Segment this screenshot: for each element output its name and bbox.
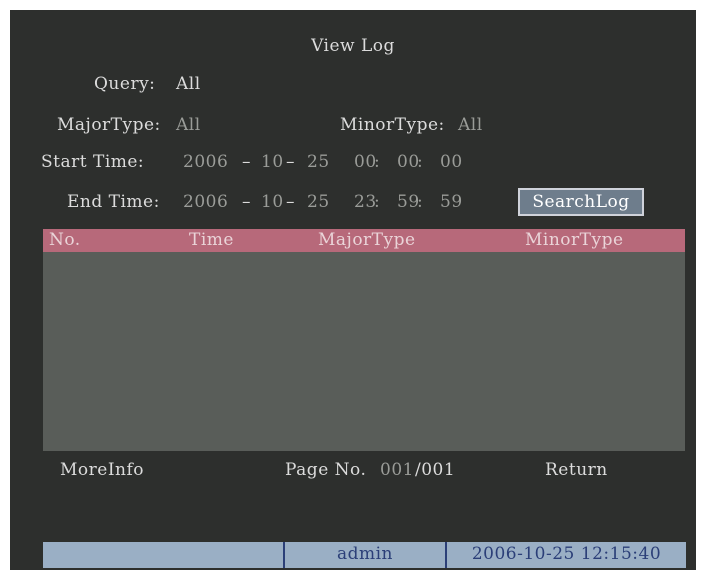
end-time-label: End Time:: [67, 192, 160, 212]
major-type-value[interactable]: All: [176, 115, 201, 135]
column-header-time: Time: [189, 230, 234, 250]
return-button[interactable]: Return: [545, 460, 608, 480]
start-second-field[interactable]: 00: [440, 152, 463, 172]
table-header: No. Time MajorType MinorType: [43, 229, 685, 252]
log-table[interactable]: No. Time MajorType MinorType: [43, 229, 685, 451]
time-separator: :: [417, 152, 424, 172]
status-datetime: 2006-10-25 12:15:40: [471, 544, 662, 564]
date-separator: –: [286, 192, 295, 212]
start-day-field[interactable]: 25: [307, 152, 330, 172]
time-separator: :: [417, 192, 424, 212]
minor-type-value[interactable]: All: [458, 115, 483, 135]
start-month-field[interactable]: 10: [261, 152, 284, 172]
query-label: Query:: [94, 74, 156, 94]
date-separator: –: [286, 152, 295, 172]
page-number-label: Page No.: [285, 460, 367, 480]
major-type-label: MajorType:: [57, 115, 161, 135]
end-year-field[interactable]: 2006: [183, 192, 228, 212]
status-user: admin: [336, 544, 394, 564]
column-header-minor-type: MinorType: [525, 230, 624, 250]
query-value[interactable]: All: [176, 74, 201, 94]
status-bar: admin 2006-10-25 12:15:40: [43, 542, 686, 568]
page-current-field[interactable]: 001: [380, 460, 414, 480]
start-year-field[interactable]: 2006: [183, 152, 228, 172]
column-header-no: No.: [49, 230, 81, 250]
start-time-label: Start Time:: [41, 152, 145, 172]
column-header-major-type: MajorType: [318, 230, 416, 250]
more-info-button[interactable]: MoreInfo: [60, 460, 144, 480]
time-separator: :: [374, 192, 381, 212]
minor-type-label: MinorType:: [340, 115, 445, 135]
end-day-field[interactable]: 25: [307, 192, 330, 212]
page-total: /001: [415, 460, 456, 480]
dvr-screen: View Log Query: All MajorType: All Minor…: [10, 10, 696, 570]
date-separator: –: [242, 152, 251, 172]
search-log-button[interactable]: SearchLog: [518, 188, 644, 216]
end-second-field[interactable]: 59: [440, 192, 463, 212]
end-month-field[interactable]: 10: [261, 192, 284, 212]
date-separator: –: [242, 192, 251, 212]
time-separator: :: [374, 152, 381, 172]
page-title: View Log: [311, 36, 395, 56]
